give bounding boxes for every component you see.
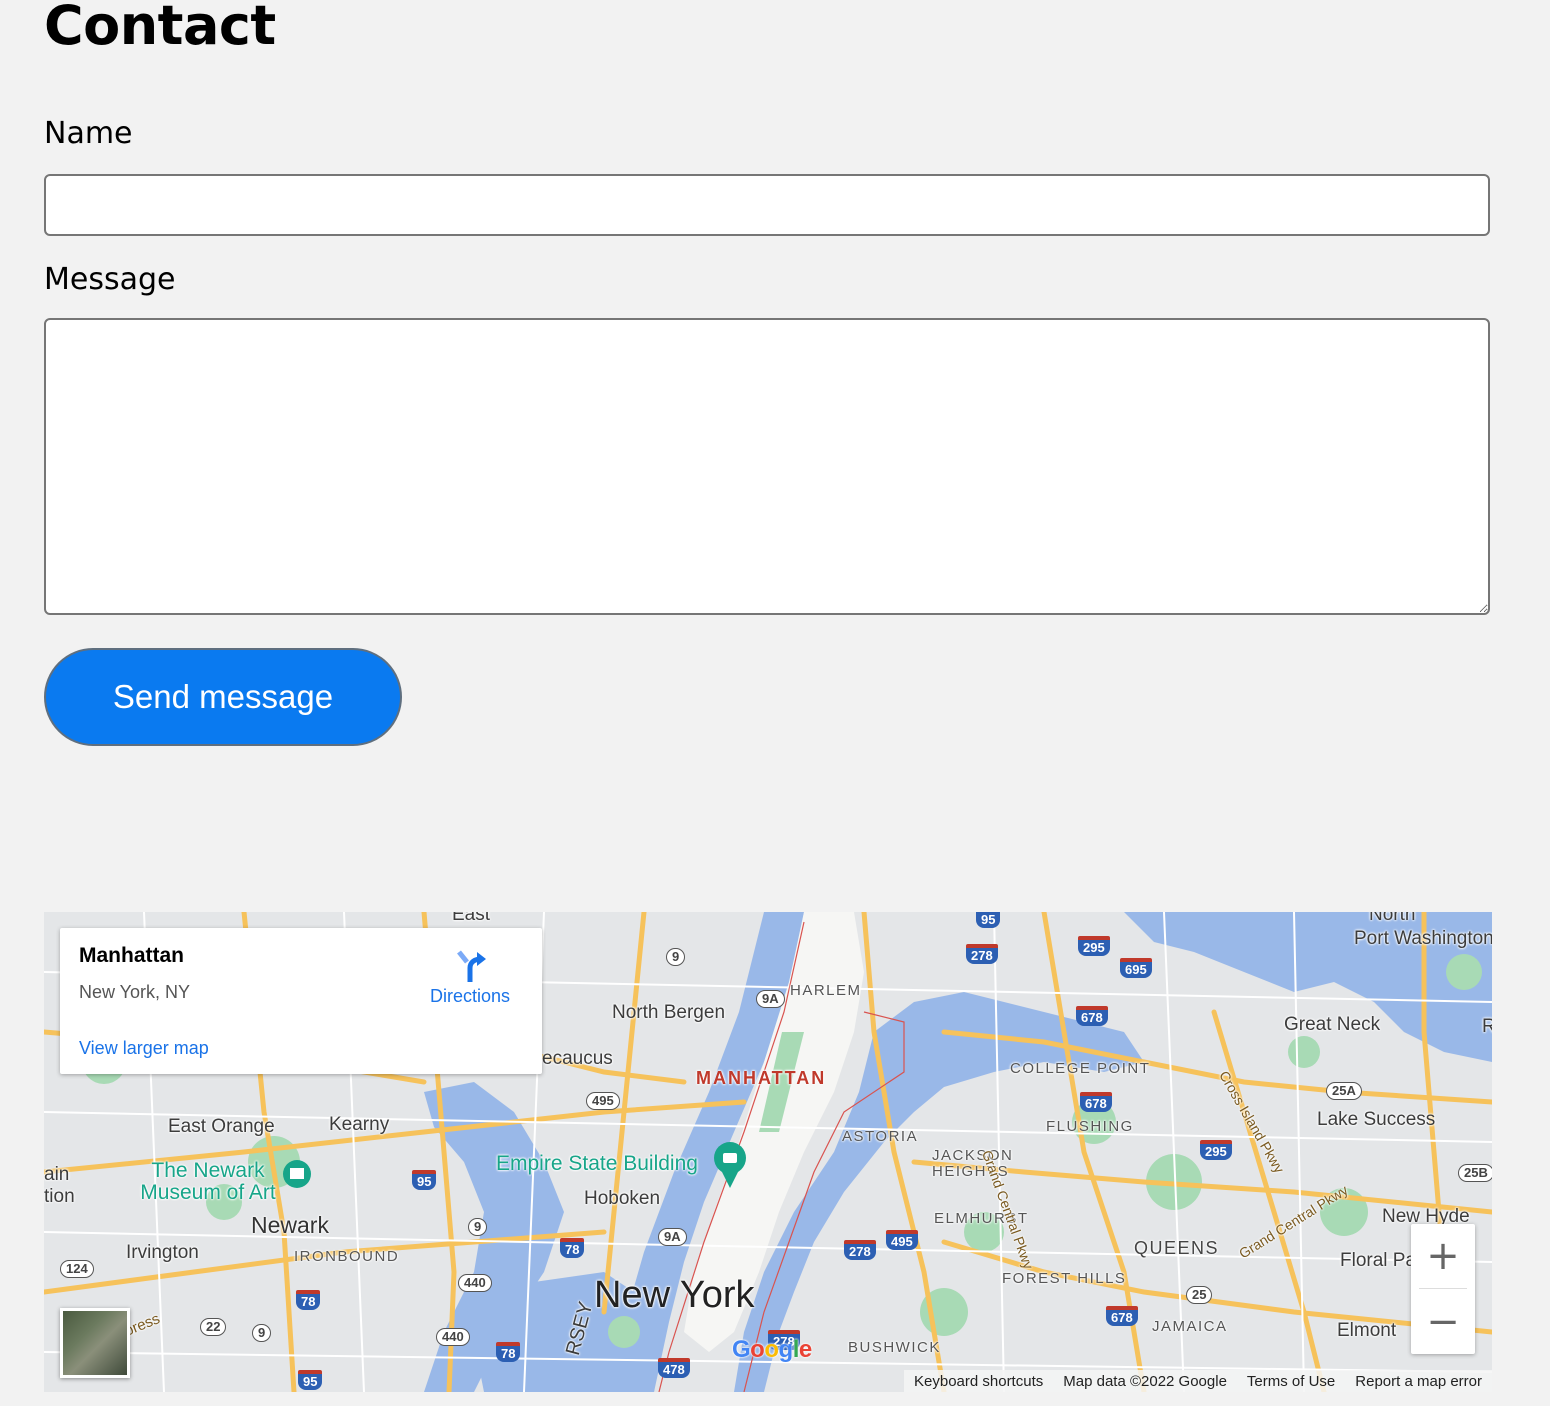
map-data-attribution: Map data ©2022 Google	[1063, 1372, 1227, 1390]
report-map-error-link[interactable]: Report a map error	[1355, 1373, 1482, 1390]
name-input[interactable]	[44, 174, 1490, 236]
view-larger-map-link[interactable]: View larger map	[79, 1038, 209, 1059]
route-shield: 678	[1076, 1006, 1108, 1026]
terms-of-use-link[interactable]: Terms of Use	[1247, 1373, 1335, 1390]
route-shield: 478	[658, 1358, 690, 1378]
map-label-manhattan: MANHATTAN	[696, 1068, 827, 1088]
route-shield: 9	[468, 1218, 488, 1236]
zoom-separator	[1419, 1288, 1467, 1289]
directions-label: Directions	[429, 986, 511, 1006]
message-label: Message	[44, 262, 176, 297]
route-shield: 95	[298, 1370, 323, 1390]
map-label-kearny: Kearny	[329, 1114, 390, 1135]
route-shield: 9A	[756, 990, 785, 1008]
route-shield: 678	[1080, 1092, 1112, 1112]
route-shield: 678	[1106, 1306, 1138, 1326]
map-label-harlem: HARLEM	[790, 982, 862, 999]
contact-page: Contact Name Message Send message Port W…	[0, 0, 1550, 1406]
map-label-elmont: Elmont	[1337, 1320, 1397, 1341]
keyboard-shortcuts-link[interactable]: Keyboard shortcuts	[914, 1373, 1043, 1390]
route-shield: 95	[976, 912, 1001, 928]
map-label-ironbound: IRONBOUND	[294, 1248, 400, 1265]
route-shield: 9A	[658, 1228, 687, 1246]
google-logo: Google	[732, 1336, 812, 1363]
route-shield: 495	[886, 1230, 918, 1250]
map-label-north: North	[1369, 912, 1416, 925]
map-label-newark: Newark	[251, 1212, 329, 1238]
map-label-north-bergen: North Bergen	[612, 1002, 726, 1023]
route-shield: 25	[1186, 1286, 1213, 1304]
map-label-irvington: Irvington	[126, 1242, 199, 1263]
map-label-port-washington: Port Washington	[1354, 928, 1492, 949]
map-label-edge-tion: tion	[44, 1186, 75, 1207]
map-label-flushing: FLUSHING	[1046, 1118, 1134, 1135]
map-label-lake-success: Lake Success	[1317, 1109, 1436, 1130]
map-label-great-neck: Great Neck	[1284, 1014, 1381, 1035]
route-shield: 95	[412, 1170, 437, 1190]
map-label-east: East	[452, 912, 491, 925]
route-shield: 78	[560, 1238, 585, 1258]
page-title: Contact	[44, 0, 276, 57]
map-label-floral-park: Floral Pa	[1340, 1250, 1417, 1271]
send-message-button[interactable]: Send message	[44, 648, 402, 746]
map-label-forest-hills: FOREST HILLS	[1002, 1270, 1127, 1287]
directions-icon	[457, 950, 486, 982]
name-label: Name	[44, 116, 133, 151]
route-shield: 440	[436, 1328, 470, 1346]
route-shield: 9	[666, 948, 686, 966]
map-info-card: Manhattan New York, NY View larger map D…	[60, 928, 542, 1074]
map-label-empire-state[interactable]: Empire State Building	[496, 1152, 698, 1176]
map-label-hoboken: Hoboken	[584, 1188, 661, 1209]
route-shield: 78	[496, 1342, 521, 1362]
map-label-astoria: ASTORIA	[842, 1128, 919, 1145]
route-shield: 25A	[1326, 1082, 1362, 1100]
map-label-edge-r: R	[1482, 1016, 1492, 1037]
map-label-jamaica: JAMAICA	[1152, 1318, 1228, 1335]
message-input[interactable]	[44, 318, 1490, 615]
map-label-queens: QUEENS	[1134, 1238, 1220, 1258]
zoom-control: + −	[1411, 1224, 1475, 1354]
place-address: New York, NY	[79, 982, 191, 1002]
route-shield: 78	[296, 1290, 321, 1310]
directions-button[interactable]: Directions	[420, 948, 520, 1007]
route-shield: 22	[200, 1318, 227, 1336]
map-label-edge-ain: ain	[44, 1164, 70, 1185]
map-label-new-york: New York	[594, 1274, 755, 1316]
map-label-bushwick: BUSHWICK	[848, 1339, 941, 1356]
map-label-jackson-heights: JACKSON HEIGHTS	[932, 1147, 1014, 1180]
route-shield: 295	[1078, 936, 1110, 956]
embedded-map[interactable]: Port Washington North East North Bergen …	[44, 912, 1492, 1392]
map-footer: Keyboard shortcuts Map data ©2022 Google…	[904, 1370, 1492, 1392]
zoom-out-button[interactable]: −	[1411, 1290, 1475, 1354]
map-label-secaucus: ecaucus	[542, 1048, 613, 1069]
route-shield: 278	[844, 1240, 876, 1260]
satellite-toggle[interactable]	[60, 1308, 130, 1378]
zoom-in-button[interactable]: +	[1411, 1224, 1475, 1288]
route-shield: 295	[1200, 1140, 1232, 1160]
route-shield: 440	[458, 1274, 492, 1292]
route-shield: 278	[966, 944, 998, 964]
route-shield: 695	[1120, 958, 1152, 978]
place-name: Manhattan	[79, 944, 184, 967]
route-shield: 9	[252, 1324, 272, 1342]
map-label-east-orange: East Orange	[168, 1116, 275, 1137]
map-label-newark-museum[interactable]: The Newark Museum of Art	[128, 1160, 288, 1204]
route-shield: 495	[586, 1092, 620, 1110]
route-shield: 25B	[1458, 1164, 1492, 1182]
route-shield: 124	[60, 1260, 94, 1278]
map-label-college-point: COLLEGE POINT	[1010, 1060, 1151, 1077]
